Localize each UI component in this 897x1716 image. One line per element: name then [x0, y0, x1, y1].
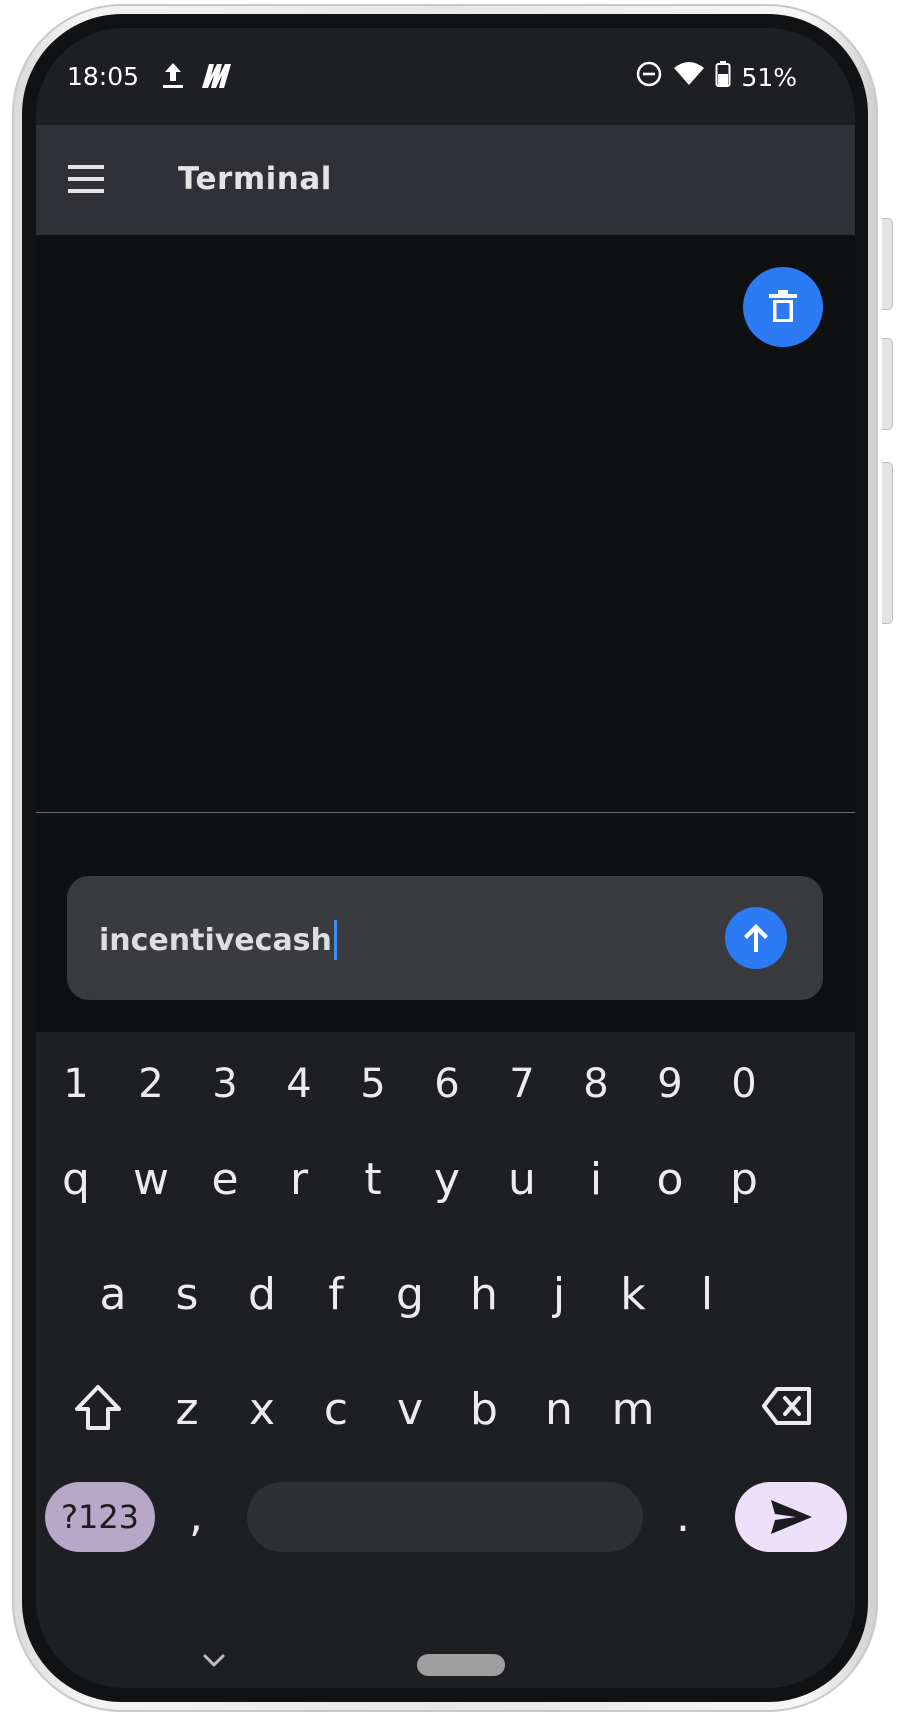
key-4[interactable]: 4 — [264, 1054, 334, 1114]
key-0[interactable]: 0 — [709, 1054, 779, 1114]
send-icon — [771, 1500, 812, 1534]
key-c[interactable]: c — [301, 1380, 371, 1440]
key-r[interactable]: r — [264, 1150, 334, 1210]
space-key[interactable] — [247, 1482, 643, 1552]
key-x[interactable]: x — [227, 1380, 297, 1440]
key-d[interactable]: d — [227, 1265, 297, 1325]
backspace-icon — [762, 1387, 811, 1425]
battery-icon — [715, 60, 731, 94]
key-v[interactable]: v — [375, 1380, 445, 1440]
clear-terminal-button[interactable] — [743, 267, 823, 347]
key-g[interactable]: g — [375, 1265, 445, 1325]
key-2[interactable]: 2 — [116, 1054, 186, 1114]
key-7[interactable]: 7 — [487, 1054, 557, 1114]
key-1[interactable]: 1 — [41, 1054, 111, 1114]
key-j[interactable]: j — [524, 1265, 594, 1325]
key-9[interactable]: 9 — [635, 1054, 705, 1114]
screen: 18:05 51% Terminal incentivecash 1 2 3 4… — [36, 28, 855, 1688]
trash-icon — [769, 290, 797, 322]
home-gesture-bar[interactable] — [417, 1654, 505, 1676]
enter-key[interactable] — [735, 1482, 847, 1552]
app-notification-icon — [200, 62, 234, 94]
symbols-key[interactable]: ?123 — [45, 1482, 155, 1552]
key-n[interactable]: n — [524, 1380, 594, 1440]
terminal-output[interactable] — [36, 235, 855, 812]
soft-keyboard: 1 2 3 4 5 6 7 8 9 0 q w e r t y u i o p … — [36, 1032, 855, 1688]
upload-icon — [160, 60, 186, 94]
key-i[interactable]: i — [561, 1150, 631, 1210]
key-p[interactable]: p — [709, 1150, 779, 1210]
backspace-key[interactable] — [761, 1386, 813, 1426]
status-time: 18:05 — [67, 62, 140, 91]
key-w[interactable]: w — [116, 1150, 186, 1210]
key-6[interactable]: 6 — [412, 1054, 482, 1114]
volume-up-button — [882, 338, 893, 430]
key-b[interactable]: b — [449, 1380, 519, 1440]
key-m[interactable]: m — [598, 1380, 668, 1440]
battery-percent: 51% — [741, 62, 797, 92]
key-3[interactable]: 3 — [190, 1054, 260, 1114]
key-y[interactable]: y — [412, 1150, 482, 1210]
key-o[interactable]: o — [635, 1150, 705, 1210]
key-q[interactable]: q — [41, 1150, 111, 1210]
status-bar: 18:05 51% — [36, 28, 855, 125]
volume-down-button — [882, 462, 893, 624]
shift-key[interactable] — [72, 1382, 124, 1434]
wifi-icon — [673, 61, 705, 93]
text-cursor — [333, 920, 337, 960]
send-command-button[interactable] — [725, 907, 787, 969]
command-input-area: incentivecash — [36, 813, 855, 1032]
dnd-icon — [635, 60, 663, 94]
chevron-down-icon — [203, 1654, 225, 1667]
hide-keyboard-button[interactable] — [200, 1652, 228, 1670]
command-input-field[interactable]: incentivecash — [99, 920, 337, 960]
status-right: 51% — [635, 60, 797, 94]
key-l[interactable]: l — [672, 1265, 742, 1325]
key-a[interactable]: a — [78, 1265, 148, 1325]
arrow-up-icon — [744, 924, 768, 952]
page-title: Terminal — [178, 161, 332, 197]
menu-button[interactable] — [66, 161, 106, 197]
hamburger-menu-icon — [68, 165, 104, 193]
shift-icon — [75, 1385, 121, 1430]
key-u[interactable]: u — [487, 1150, 557, 1210]
key-8[interactable]: 8 — [561, 1054, 631, 1114]
key-e[interactable]: e — [190, 1150, 260, 1210]
key-z[interactable]: z — [152, 1380, 222, 1440]
key-f[interactable]: f — [301, 1265, 371, 1325]
key-h[interactable]: h — [449, 1265, 519, 1325]
power-button — [882, 218, 893, 310]
command-input-value: incentivecash — [99, 922, 332, 958]
key-s[interactable]: s — [152, 1265, 222, 1325]
key-k[interactable]: k — [598, 1265, 668, 1325]
key-5[interactable]: 5 — [338, 1054, 408, 1114]
key-comma[interactable]: , — [161, 1487, 231, 1547]
key-t[interactable]: t — [338, 1150, 408, 1210]
command-input[interactable]: incentivecash — [67, 876, 823, 1000]
key-period[interactable]: . — [653, 1487, 713, 1547]
app-bar: Terminal — [36, 125, 855, 235]
